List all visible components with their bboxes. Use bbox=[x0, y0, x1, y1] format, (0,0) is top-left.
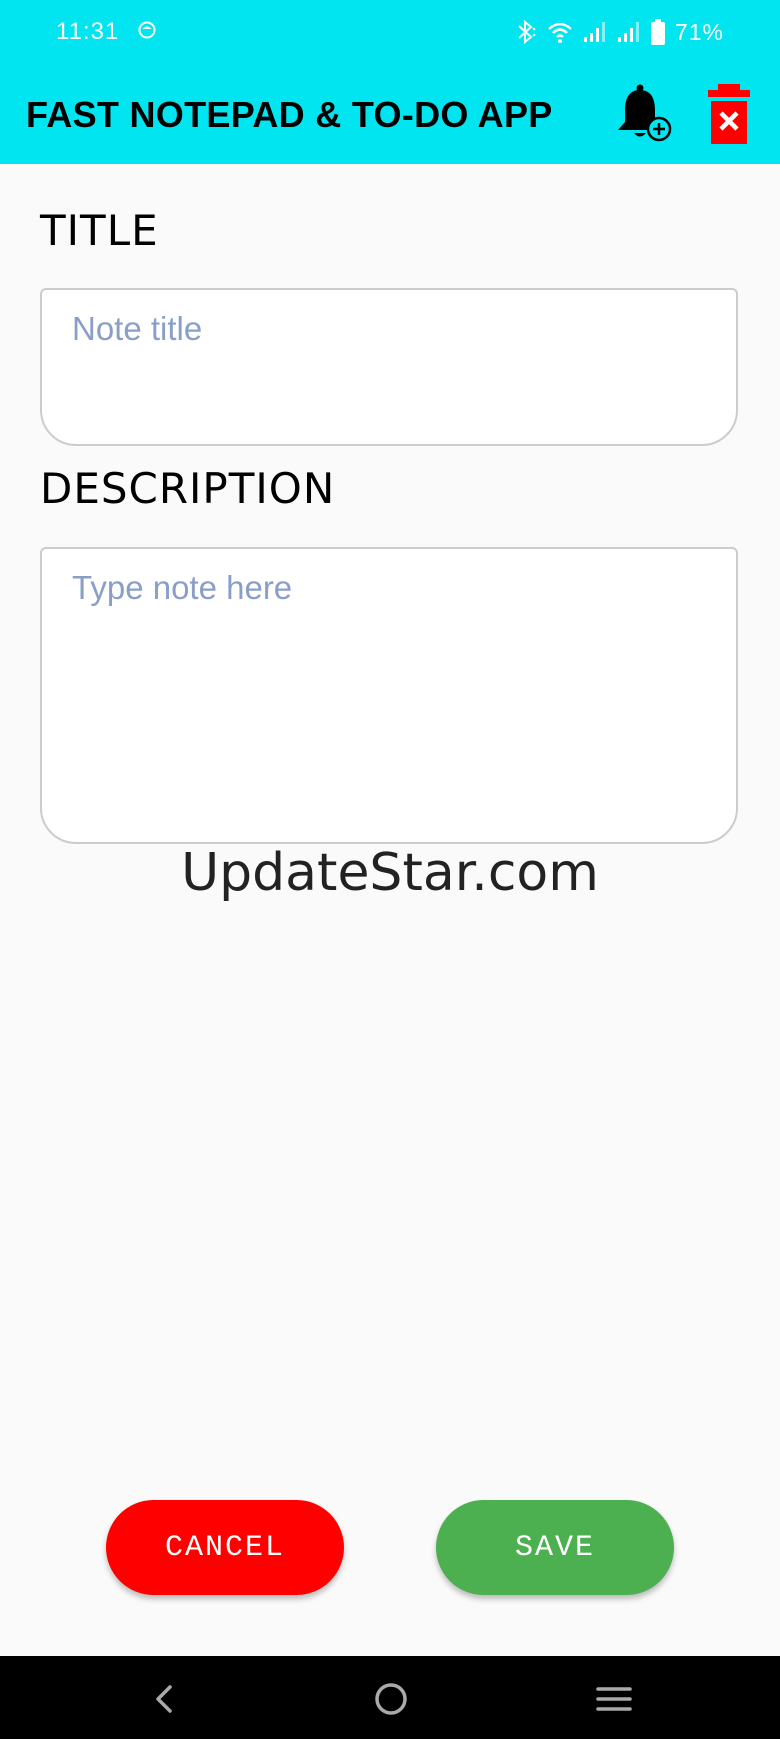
battery-percent: 71% bbox=[674, 18, 724, 45]
status-icons: 71% bbox=[515, 16, 724, 48]
title-input[interactable] bbox=[42, 290, 736, 444]
status-time: 11:31 bbox=[56, 18, 120, 45]
bell-plus-icon bbox=[618, 84, 672, 142]
delete-icon bbox=[708, 84, 750, 144]
description-label: DESCRIPTION bbox=[40, 464, 336, 513]
nav-home-button[interactable] bbox=[366, 1674, 416, 1724]
app-title: FAST NOTEPAD & TO-DO APP bbox=[26, 94, 553, 135]
title-label: TITLE bbox=[40, 206, 159, 255]
wifi-icon bbox=[548, 22, 572, 43]
bluetooth-icon bbox=[518, 19, 536, 45]
title-field[interactable] bbox=[40, 288, 738, 446]
cancel-button[interactable]: CANCEL bbox=[106, 1500, 344, 1595]
add-reminder-button[interactable] bbox=[614, 82, 674, 146]
save-button[interactable]: SAVE bbox=[436, 1500, 674, 1595]
nav-recents-button[interactable] bbox=[589, 1674, 639, 1724]
app-bar: FAST NOTEPAD & TO-DO APP bbox=[0, 64, 780, 164]
description-input[interactable] bbox=[42, 549, 736, 842]
recents-icon bbox=[596, 1687, 632, 1711]
signal-icon bbox=[583, 22, 605, 42]
battery-icon bbox=[650, 19, 665, 45]
description-field[interactable] bbox=[40, 547, 738, 844]
app-notification-icon bbox=[138, 21, 156, 39]
delete-note-button[interactable] bbox=[702, 82, 756, 146]
watermark: UpdateStar.com bbox=[181, 843, 599, 903]
status-bar: 11:31 71% bbox=[0, 0, 780, 64]
signal-icon bbox=[617, 22, 639, 42]
home-icon bbox=[375, 1683, 407, 1715]
back-icon bbox=[156, 1685, 172, 1713]
navigation-bar bbox=[0, 1656, 780, 1739]
nav-back-button[interactable] bbox=[140, 1674, 190, 1724]
